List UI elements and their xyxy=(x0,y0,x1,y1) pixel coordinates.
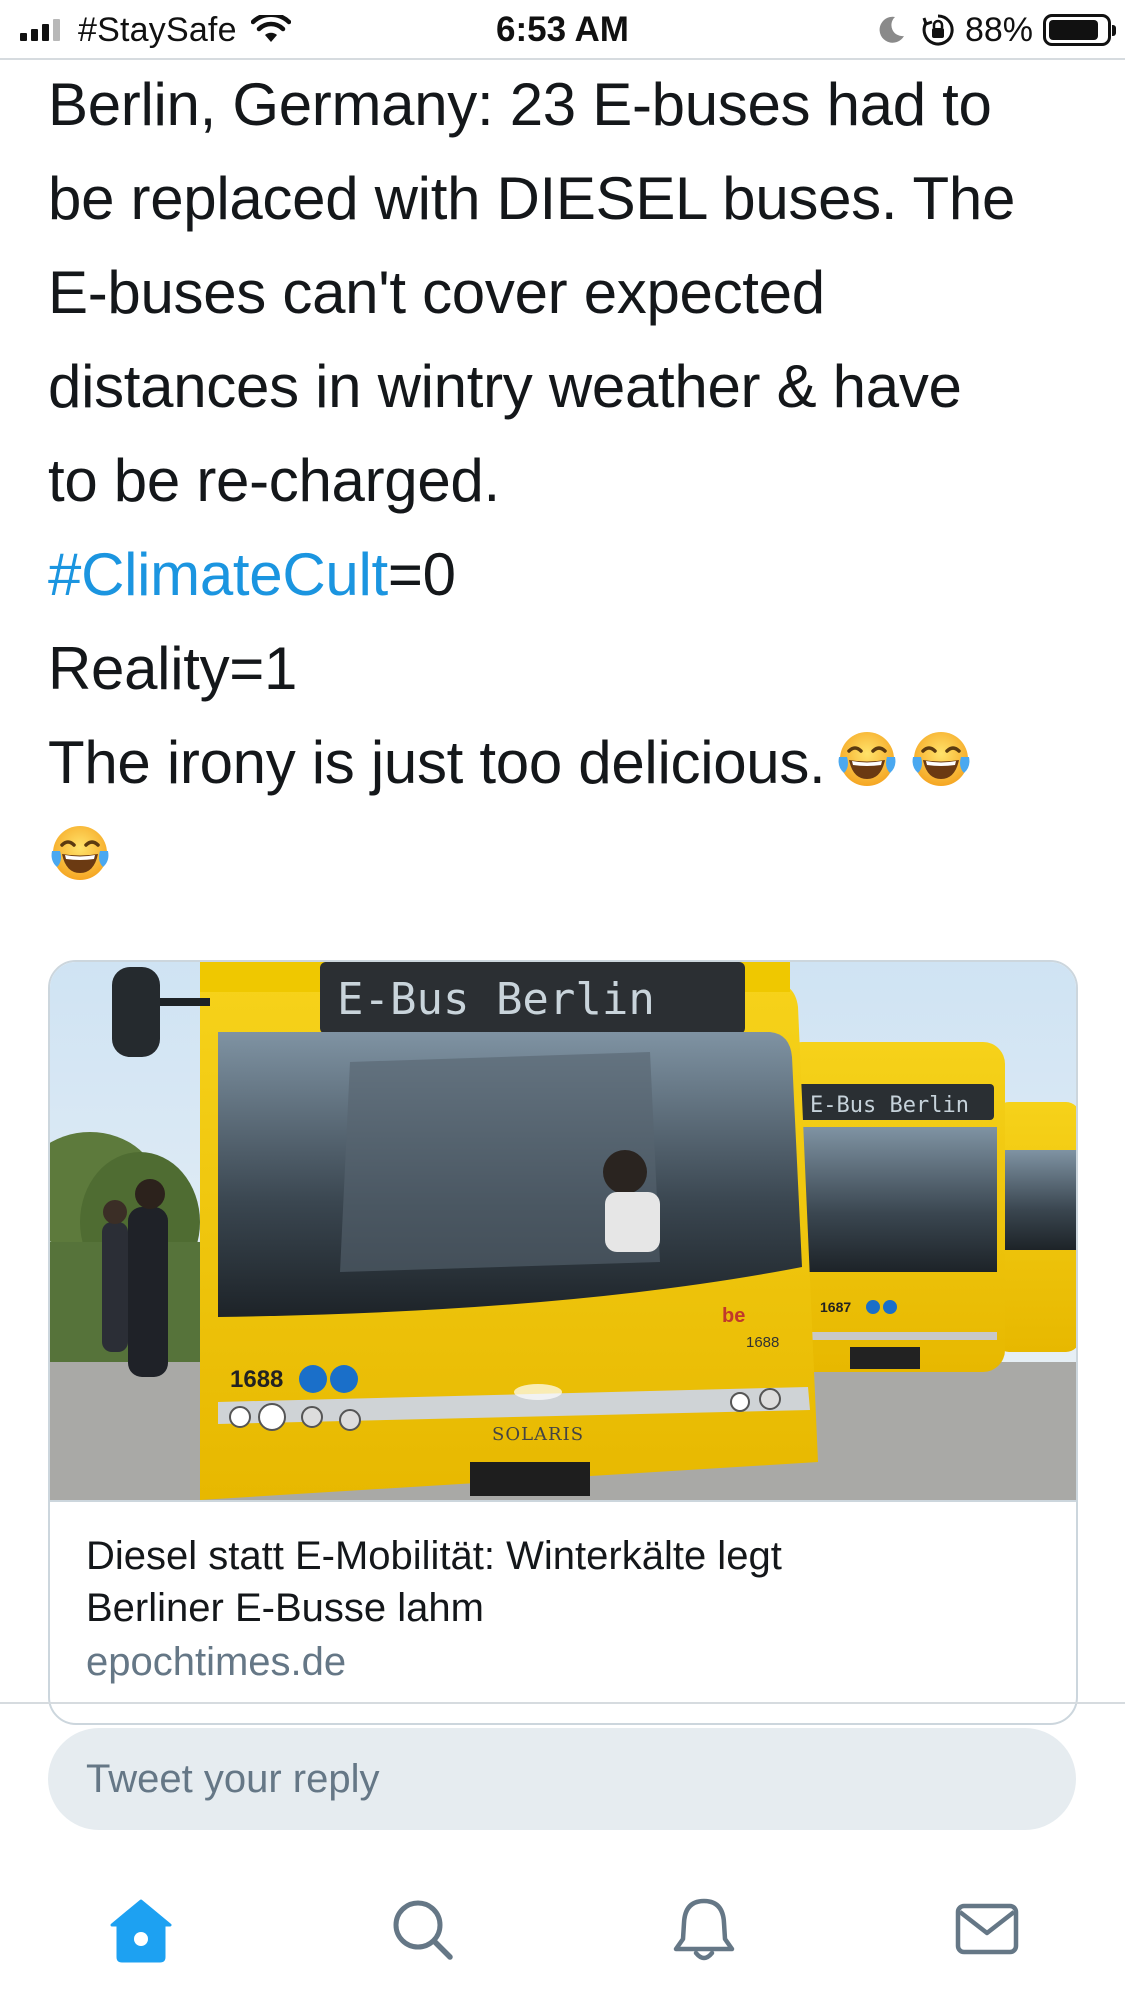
svg-text:SOLARIS: SOLARIS xyxy=(492,1424,584,1445)
laughing-emoji-icon xyxy=(48,821,112,885)
tweet-text: Berlin, Germany: 23 E-buses had to be re… xyxy=(48,58,1088,904)
svg-text:1687: 1687 xyxy=(820,1299,851,1315)
link-card-title-line: Berliner E-Busse lahm xyxy=(86,1586,484,1630)
notifications-icon xyxy=(673,1898,735,1961)
link-card-title-line: Diesel statt E-Mobilität: Winterkälte le… xyxy=(86,1534,782,1578)
bottom-tab-bar xyxy=(0,1880,1125,2001)
status-right: 88% xyxy=(875,8,1116,52)
laughing-emoji-icon xyxy=(909,727,973,791)
tweet-line: distances in wintry weather & have xyxy=(48,353,962,420)
emoji-line xyxy=(48,810,1088,904)
link-card[interactable]: E-Bus Berlin 1687 E-Bus Berlin 1688 be 1… xyxy=(48,960,1078,1725)
svg-text:1688: 1688 xyxy=(230,1366,283,1393)
rotation-lock-icon xyxy=(922,14,954,46)
hashtag-link[interactable]: #ClimateCult xyxy=(48,541,388,608)
svg-text:E-Bus Berlin: E-Bus Berlin xyxy=(337,974,655,1025)
laughing-emoji-icon xyxy=(835,727,899,791)
tweet-line: to be re-charged. xyxy=(48,447,500,514)
tweet-line: E-buses can't cover expected xyxy=(48,259,825,326)
battery-fill xyxy=(1049,20,1099,40)
status-bar: #StaySafe 6:53 AM 88% xyxy=(0,0,1125,60)
tweet-line: be replaced with DIESEL buses. The xyxy=(48,165,1016,232)
hashtag-suffix: =0 xyxy=(387,541,456,608)
moon-icon xyxy=(879,16,904,43)
tab-messages[interactable] xyxy=(947,1890,1027,1970)
search-icon xyxy=(393,1900,453,1960)
messages-icon xyxy=(955,1903,1019,1955)
svg-text:1688: 1688 xyxy=(746,1334,779,1351)
irony-line: The irony is just too delicious. xyxy=(48,716,1088,810)
bus-photo: E-Bus Berlin 1687 E-Bus Berlin 1688 be 1… xyxy=(50,962,1076,1500)
link-card-body[interactable]: Diesel statt E-Mobilität: Winterkälte le… xyxy=(50,1500,1076,1690)
reality-line: Reality=1 xyxy=(48,635,298,702)
tab-home[interactable] xyxy=(101,1890,181,1970)
tab-search[interactable] xyxy=(383,1890,463,1970)
svg-text:E-Bus Berlin: E-Bus Berlin xyxy=(810,1093,969,1118)
link-card-image[interactable]: E-Bus Berlin 1687 E-Bus Berlin 1688 be 1… xyxy=(50,962,1076,1500)
reply-input[interactable]: Tweet your reply xyxy=(48,1728,1076,1830)
home-icon xyxy=(110,1899,172,1963)
hashtag-line: #ClimateCult=0 xyxy=(48,528,1088,622)
tweet-line: Berlin, Germany: 23 E-buses had to xyxy=(48,71,992,138)
reply-area-divider xyxy=(0,1702,1125,1704)
battery-icon xyxy=(1043,14,1116,46)
svg-text:be: be xyxy=(722,1305,745,1327)
link-card-domain: epochtimes.de xyxy=(86,1640,347,1684)
battery-percent: 88% xyxy=(964,10,1033,49)
irony-text: The irony is just too delicious. xyxy=(48,729,826,796)
tab-notifications[interactable] xyxy=(664,1890,744,1970)
